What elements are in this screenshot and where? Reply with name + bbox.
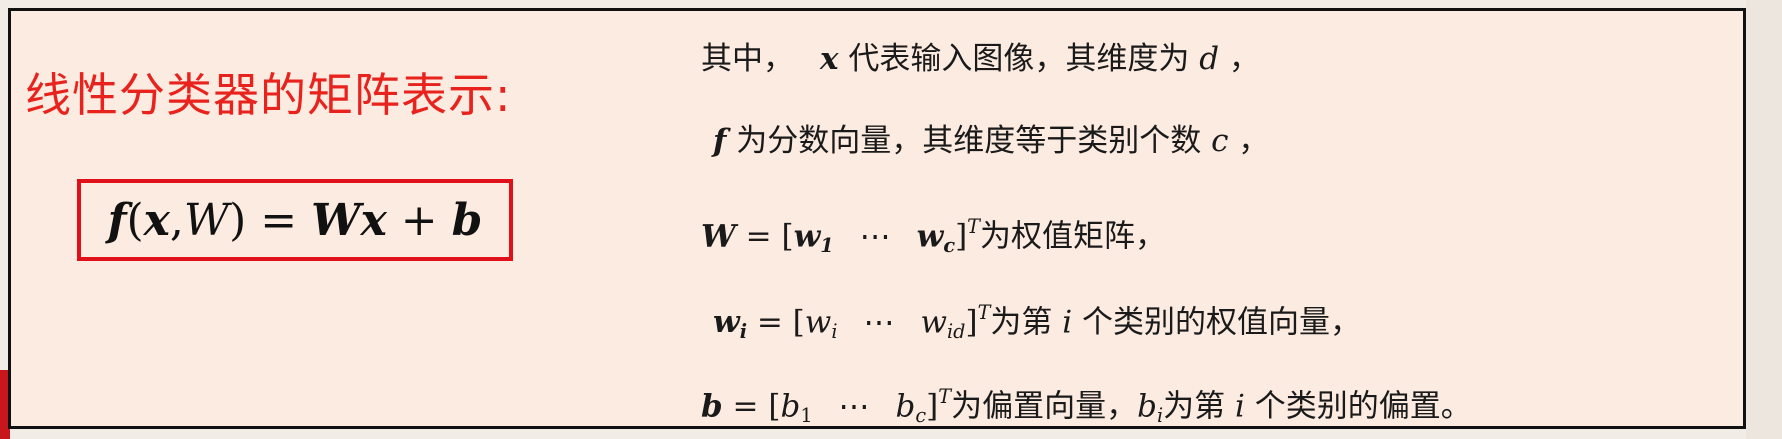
line5-eq: = [ xyxy=(722,388,781,425)
line4-wid: w xyxy=(920,304,948,341)
line4-dots: ⋯ xyxy=(863,304,895,341)
slide-panel: 线性分类器的矩阵表示: f(x, W) = Wx + b 其中， x 代表输入图像，… xyxy=(8,8,1746,429)
line4-text-a: 为第 xyxy=(990,304,1053,341)
line3-close: ] xyxy=(955,218,968,255)
line2-c: c xyxy=(1211,123,1229,159)
line3-text: 为权值矩阵， xyxy=(979,218,1166,255)
line3-w1-sub: 1 xyxy=(820,233,834,257)
line4-text-b: 个类别的权值向量， xyxy=(1082,304,1362,341)
line4-wi-sub: i xyxy=(831,319,838,343)
formula-W: W xyxy=(183,194,230,246)
line5-b1: b xyxy=(780,388,801,425)
line5-text-c: 个类别的偏置。 xyxy=(1254,388,1472,425)
line4-w: w xyxy=(713,304,740,341)
line2-text-a: 为分数向量，其维度等于类别个数 xyxy=(736,123,1202,159)
line3-dots: ⋯ xyxy=(859,218,891,255)
formula-comma: , xyxy=(169,194,184,246)
line3-W: W xyxy=(701,218,736,255)
line-wi-definition: wi = [wi ⋯ wid]T为第 i 个类别的权值向量， xyxy=(701,293,1361,352)
line5-close: ] xyxy=(926,388,939,425)
line4-close: ] xyxy=(965,304,978,341)
line4-i: i xyxy=(1062,304,1073,341)
line1-text-c: ， xyxy=(1228,41,1260,77)
formula-f: f xyxy=(107,194,127,246)
line5-i: i xyxy=(1234,388,1245,425)
formula-box: f(x, W) = Wx + b xyxy=(77,179,513,261)
formula-plus: + xyxy=(386,194,452,246)
line1-text-b: 代表输入图像，其维度为 xyxy=(848,41,1190,77)
slide-heading: 线性分类器的矩阵表示: xyxy=(25,68,512,122)
line3-wc: w xyxy=(916,218,944,255)
line-f-definition: f 为分数向量，其维度等于类别个数 c ， xyxy=(701,121,1269,161)
line4-wi: w xyxy=(804,304,832,341)
line3-w1: w xyxy=(793,218,821,255)
line5-b: b xyxy=(701,388,723,425)
line2-f: f xyxy=(713,123,727,159)
line5-text-b: 为第 xyxy=(1163,388,1226,425)
formula-x: x xyxy=(143,194,170,246)
formula-lparen: ( xyxy=(126,194,144,246)
line-x-definition: 其中， x 代表输入图像，其维度为 d ， xyxy=(701,39,1260,79)
line3-T: T xyxy=(967,215,980,238)
line1-d: d xyxy=(1199,41,1220,77)
line5-dots: ⋯ xyxy=(838,388,870,425)
line5-bc-sub: c xyxy=(915,403,927,427)
line4-eq: = [ xyxy=(746,304,805,341)
line3-wc-sub: c xyxy=(943,233,956,257)
line5-bc: b xyxy=(895,388,916,425)
right-margin xyxy=(1746,0,1782,439)
line-b-definition: b = [b1 ⋯ bc]T为偏置向量，bi为第 i 个类别的偏置。 xyxy=(701,377,1472,436)
line2-text-b: ， xyxy=(1238,123,1270,159)
line5-text-a: 为偏置向量， xyxy=(951,388,1138,425)
line3-eq: = [ xyxy=(735,218,794,255)
formula-Wx: Wx xyxy=(311,194,387,246)
explanation-list: 其中， x 代表输入图像，其维度为 d ， f 为分数向量，其维度等于类别个数 c… xyxy=(701,11,1751,431)
formula-rparen-eq: ) = xyxy=(229,194,312,246)
line4-T: T xyxy=(977,301,991,324)
line4-wid-sub: id xyxy=(947,319,966,343)
line5-T: T xyxy=(938,385,952,408)
line1-text-a: 其中， xyxy=(701,41,794,77)
line5-b1-sub: 1 xyxy=(800,403,813,427)
line-W-definition: W = [w1 ⋯ wc]T为权值矩阵， xyxy=(701,207,1166,266)
line4-w-sub: i xyxy=(739,319,747,343)
formula-b: b xyxy=(451,194,483,246)
line5-bi: b xyxy=(1137,388,1157,425)
line1-x: x xyxy=(820,41,839,77)
